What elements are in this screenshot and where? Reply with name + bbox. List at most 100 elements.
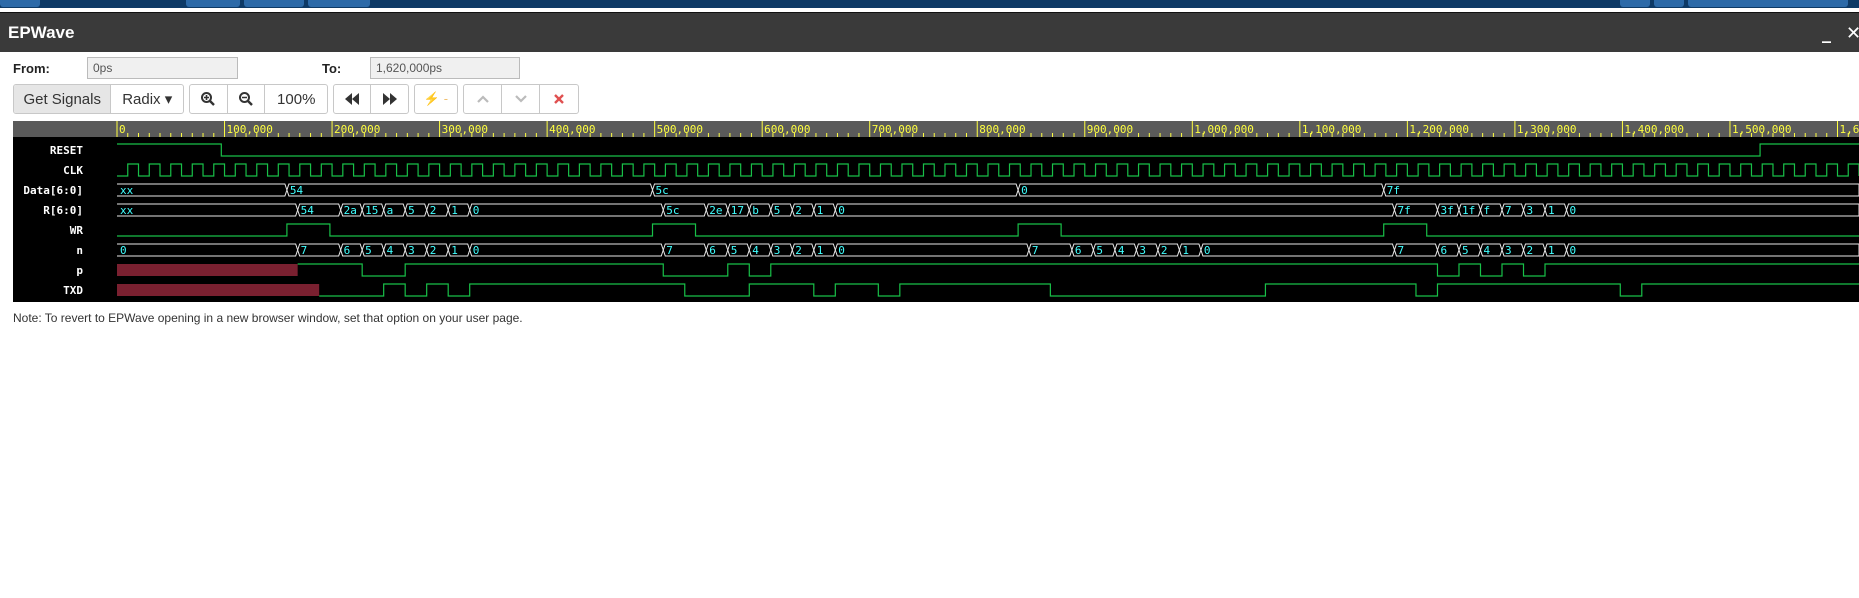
clear-search-button[interactable] [540,85,578,113]
bus-value-label: 5c [656,184,669,197]
bus-value-label: 15 [365,204,378,217]
timeline-tick-label: 700,000 [872,123,918,136]
signal-name: R[6:0] [43,204,83,217]
timeline-tick-label: 300,000 [442,123,488,136]
timeline-tick-label: 900,000 [1087,123,1133,136]
zoom-level[interactable]: 100% [265,85,327,113]
bus-value-label: 54 [301,204,315,217]
bus-value-label: 7 [301,244,308,257]
timeline-tick-label: 1,300,000 [1517,123,1577,136]
browser-tab[interactable] [186,0,240,7]
marker-label: ⚡ - [423,91,449,106]
from-input[interactable]: 0ps [87,57,238,79]
marker-button[interactable]: ⚡ - [415,85,457,113]
bit-waveform [117,223,1859,237]
timeline-tick-label: 1,100,000 [1302,123,1362,136]
previous-edge-button[interactable] [334,85,372,113]
navigation-group [333,84,409,114]
search-group [463,84,579,114]
browser-tab[interactable] [1620,0,1650,7]
bus-value-label: 6 [344,244,351,257]
bus-value-label: 5 [365,244,372,257]
bus-value-label: 1 [451,204,458,217]
bus-value-label: 1 [1548,204,1555,217]
waveform-canvas[interactable]: 0 100,000 200,000 300,000 400,000 500,000 600,… [13,121,1859,302]
bus-value-label: xx [120,184,134,197]
bus-value-label: 1 [1182,244,1189,257]
bus-value-label: 0 [1204,244,1211,257]
zoom-out-icon [239,92,253,106]
bus-value-label: 17 [731,204,744,217]
bus-value-label: 4 [752,244,759,257]
bus-segment [117,243,299,257]
timeline-tick-label: 100,000 [227,123,273,136]
signal-name: TXD [63,284,83,297]
bus-value-label: 2 [795,204,802,217]
to-input[interactable]: 1,620,000ps [370,57,520,79]
zoom-group: 100% [189,84,328,114]
bit-waveform [319,283,1859,297]
timeline-tick-label: 200,000 [334,123,380,136]
bus-value-label: 7 [1505,204,1512,217]
bus-value-label: 0 [1570,204,1577,217]
browser-tab[interactable] [0,0,40,7]
bus-value-label: 1 [817,204,824,217]
bus-value-label: 3 [1139,244,1146,257]
search-down-button[interactable] [502,85,540,113]
bus-value-label: 0 [473,204,480,217]
bus-value-label: 7f [1397,204,1410,217]
bus-value-label: 5 [774,204,781,217]
bus-value-label: 7f [1387,184,1400,197]
browser-tab[interactable] [244,0,304,7]
browser-tab[interactable] [1688,0,1848,7]
bus-value-label: 3 [1505,244,1512,257]
bus-value-label: 2e [709,204,722,217]
bus-value-label: f [1483,204,1490,217]
zoom-out-button[interactable] [228,85,266,113]
bus-value-label: 1 [451,244,458,257]
bus-segment [834,203,1395,217]
bus-value-label: 4 [1483,244,1490,257]
bit-waveform [117,143,1859,157]
bus-segment [469,203,664,217]
close-window-button[interactable]: ✕ [1846,23,1859,44]
bus-segment [117,183,288,197]
zoom-in-icon [201,92,216,106]
bus-value-label: 5c [666,204,679,217]
bus-value-label: 2 [795,244,802,257]
bus-segment [1017,183,1385,197]
bus-value-label: 5 [731,244,738,257]
bus-value-label: 3 [1527,204,1534,217]
bus-value-label: 2 [430,204,437,217]
signal-name: RESET [50,144,83,157]
bus-value-label: 7 [1032,244,1039,257]
timeline-tick-label: 1,000,000 [1194,123,1254,136]
bus-value-label: a [387,204,394,217]
timeline-tick-label: 0 [119,123,126,136]
search-up-button[interactable] [464,85,502,113]
bus-segment [117,203,299,217]
radix-dropdown[interactable]: Radix ▾ [111,85,183,113]
note-text: Note: To revert to EPWave opening in a n… [13,311,523,325]
browser-tab[interactable] [308,0,370,7]
clock-waveform [117,163,1859,177]
next-edge-button[interactable] [371,85,408,113]
bus-value-label: 0 [1021,184,1028,197]
bus-value-label: 6 [1440,244,1447,257]
bus-segment [469,243,664,257]
timeline-tick-label: 1,6 [1839,123,1859,136]
bus-value-label: 2 [430,244,437,257]
bus-value-label: 5 [408,204,415,217]
bus-value-label: 2 [1161,244,1168,257]
waveform-viewer[interactable]: 0 100,000 200,000 300,000 400,000 500,000 600,… [13,121,1859,302]
zoom-in-button[interactable] [190,85,228,113]
get-signals-button[interactable]: Get Signals [14,85,112,113]
signal-name: CLK [63,164,83,177]
bus-value-label: 2 [1527,244,1534,257]
minimize-button[interactable]: _ [1822,23,1831,44]
timeline-bar [13,121,1859,137]
browser-tab-strip [0,0,1859,8]
browser-tab[interactable] [1654,0,1684,7]
bus-value-label: 7 [1397,244,1404,257]
bus-segment [1566,203,1859,217]
